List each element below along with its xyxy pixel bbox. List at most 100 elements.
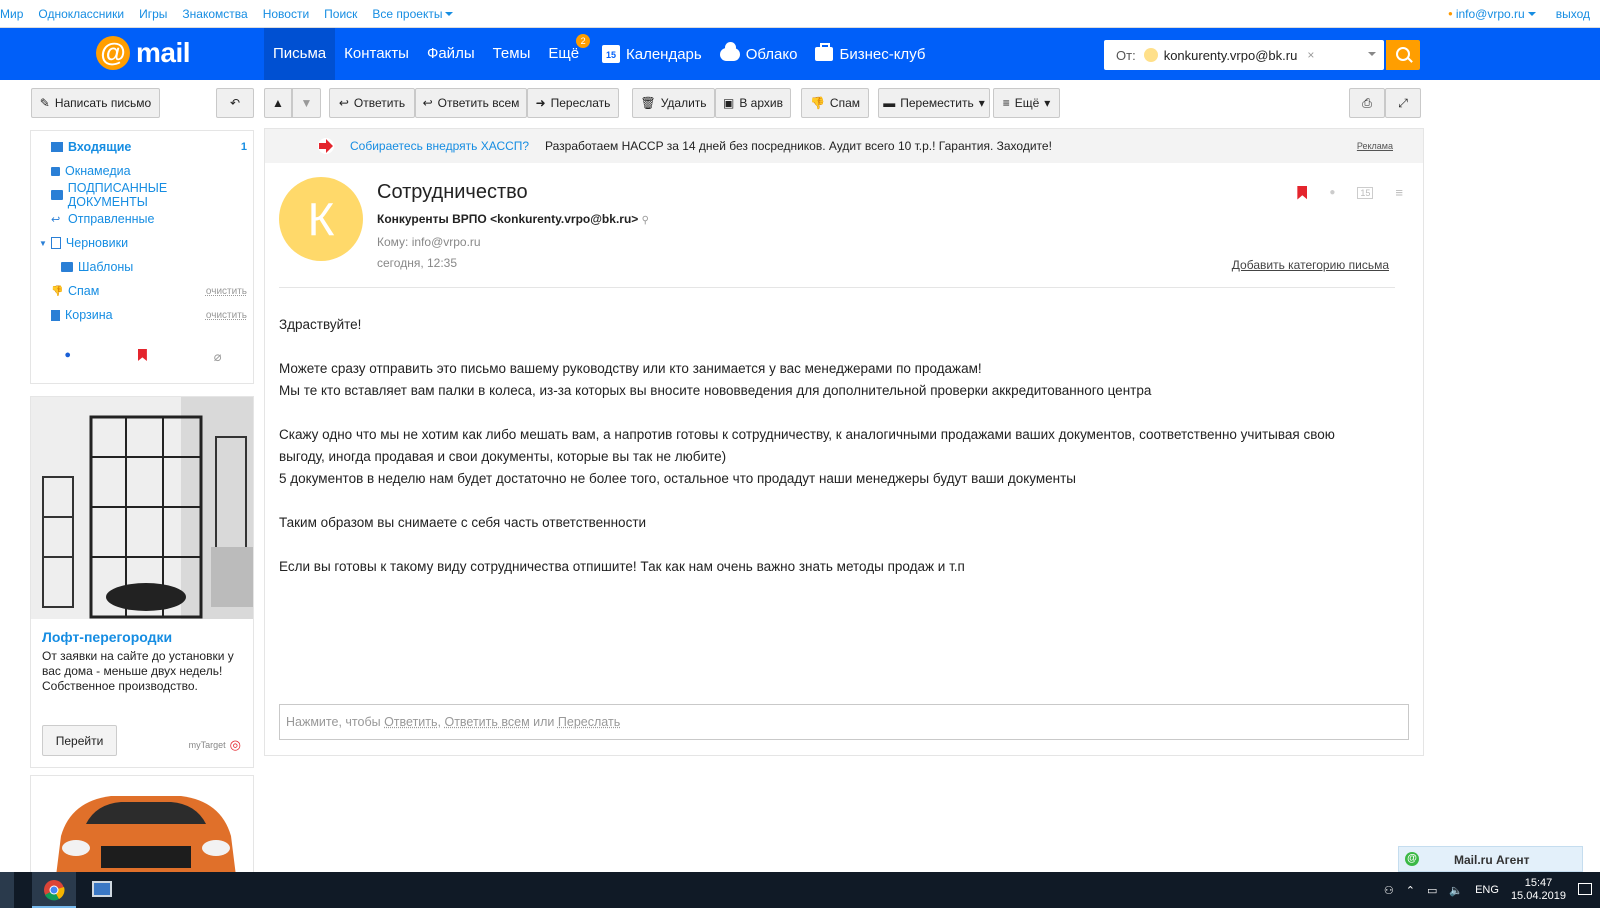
read-status-icon[interactable]: ●: [1329, 187, 1335, 198]
network-icon[interactable]: ▭: [1427, 884, 1437, 897]
trash-icon: 🗑: [640, 96, 656, 110]
nav-letters[interactable]: Письма: [264, 28, 336, 80]
portal-link-dating[interactable]: Знакомства: [182, 7, 247, 21]
logout-link[interactable]: выход: [1556, 7, 1590, 21]
flag-filter-icon[interactable]: [137, 349, 147, 361]
quick-forward-link[interactable]: Переслать: [558, 715, 620, 729]
language-indicator[interactable]: ENG: [1475, 884, 1499, 896]
search-input[interactable]: От: konkurenty.vrpo@bk.ru ×: [1104, 40, 1384, 70]
portal-link-games[interactable]: Игры: [139, 7, 167, 21]
body-line: Таким образом вы снимаете с себя часть о…: [279, 515, 647, 530]
portal-link-ok[interactable]: Одноклассники: [38, 7, 124, 21]
chrome-icon: [44, 880, 65, 901]
move-button[interactable]: ▬ Переместить ▾: [878, 88, 990, 118]
agent-status-icon: @: [1405, 852, 1419, 866]
move-label: Переместить: [900, 96, 974, 110]
search-button[interactable]: [1386, 40, 1420, 70]
delete-button[interactable]: 🗑 Удалить: [632, 88, 715, 118]
collapse-icon[interactable]: ▼: [39, 239, 47, 248]
portal-link-mir[interactable]: Мир: [0, 7, 23, 21]
portal-link-all-projects[interactable]: Все проекты: [372, 7, 453, 21]
folder-signed-docs[interactable]: ПОДПИСАННЫЕ ДОКУМЕНТЫ: [51, 181, 247, 209]
quick-reply-link[interactable]: Ответить: [384, 715, 437, 729]
add-category-link[interactable]: Добавить категорию письма: [1232, 258, 1389, 272]
clear-trash-link[interactable]: очистить: [206, 310, 247, 321]
user-menu[interactable]: info@vrpo.ru: [1448, 7, 1536, 21]
reply-button[interactable]: ↩ Ответить: [329, 88, 415, 118]
message-to: Кому: info@vrpo.ru: [377, 235, 481, 249]
volume-icon[interactable]: 🔈: [1449, 884, 1463, 897]
lock-icon: [51, 166, 60, 176]
people-icon[interactable]: ⚇: [1384, 884, 1394, 897]
archive-button[interactable]: ▣ В архив: [715, 88, 791, 118]
nav-cloud[interactable]: Облако: [719, 41, 797, 63]
more-menu-icon[interactable]: ≡: [1395, 185, 1403, 200]
more-button[interactable]: ≡ Ещё ▾: [993, 88, 1060, 118]
sidebar-ad[interactable]: Лофт-перегородки От заявки на сайте до у…: [30, 396, 254, 768]
sidebar-ad-car[interactable]: [30, 775, 254, 875]
quick-reply-box[interactable]: Нажмите, чтобы Ответить, Ответить всем и…: [279, 704, 1409, 740]
ad-go-button[interactable]: Перейти: [42, 725, 117, 756]
mailru-agent-bar[interactable]: @ Mail.ru Агент: [1398, 846, 1583, 872]
clock[interactable]: 15:47 15.04.2019: [1511, 877, 1566, 903]
folder-inbox[interactable]: Входящие 1: [51, 137, 247, 157]
message-from[interactable]: Конкуренты ВРПО <konkurenty.vrpo@bk.ru> …: [377, 212, 649, 226]
tray-chevron-icon[interactable]: ⌃: [1406, 884, 1415, 897]
arrow-down-icon: ▼: [300, 96, 313, 110]
nav-files[interactable]: Файлы: [418, 28, 484, 80]
folder-sent[interactable]: ↩ Отправленные: [51, 209, 247, 229]
attachment-filter-icon[interactable]: ⌀: [214, 349, 222, 365]
chrome-taskbar-button[interactable]: [32, 872, 76, 908]
body-line: выгоду, иногда продавая и свои документы…: [279, 449, 727, 464]
clear-filter-icon[interactable]: ×: [1307, 48, 1314, 62]
flag-icon[interactable]: [1297, 185, 1308, 200]
search-dropdown-icon[interactable]: [1368, 52, 1376, 56]
mail-logo[interactable]: @ mail: [96, 36, 191, 70]
message-pane: Собираетесь внедрять ХАССП? Разработаем …: [264, 128, 1424, 756]
text-ad-line[interactable]: Собираетесь внедрять ХАССП? Разработаем …: [265, 129, 1423, 163]
nav-more[interactable]: Ещё 2: [539, 28, 591, 80]
folder-templates[interactable]: Шаблоны: [61, 257, 247, 277]
portal-link-news[interactable]: Новости: [263, 7, 309, 21]
nav-calendar[interactable]: 15 Календарь: [602, 45, 702, 63]
reply-all-button[interactable]: ↩ Ответить всем: [415, 88, 527, 118]
ad-title[interactable]: Лофт-перегородки: [42, 629, 172, 645]
next-message-button[interactable]: ▼: [292, 88, 321, 118]
unread-count: 1: [240, 141, 247, 153]
remote-desktop-taskbar-button[interactable]: [80, 872, 124, 908]
folder-trash[interactable]: Корзина очистить: [51, 305, 247, 325]
search-icon[interactable]: ⚲: [642, 215, 649, 226]
notifications-icon[interactable]: [1574, 872, 1596, 908]
undo-icon: ↶: [229, 96, 241, 110]
forward-button[interactable]: ➜ Переслать: [527, 88, 619, 118]
undo-button[interactable]: ↶: [216, 88, 254, 118]
unread-filter-icon[interactable]: ●: [64, 349, 71, 365]
nav-themes[interactable]: Темы: [484, 28, 540, 80]
text-ad-link[interactable]: Собираетесь внедрять ХАССП?: [350, 139, 529, 153]
fullscreen-button[interactable]: ⤢: [1385, 88, 1421, 118]
folder-icon: [61, 262, 73, 272]
ad-description: От заявки на сайте до установки у вас до…: [42, 649, 234, 693]
portal-link-search[interactable]: Поиск: [324, 7, 357, 21]
nav-contacts[interactable]: Контакты: [335, 28, 418, 80]
quick-reply-all-link[interactable]: Ответить всем: [444, 715, 529, 729]
print-button[interactable]: ⎙: [1349, 88, 1385, 118]
nav-business-club[interactable]: Бизнес-клуб: [815, 43, 925, 63]
prev-message-button[interactable]: ▲: [264, 88, 292, 118]
agent-label: Mail.ru Агент: [1454, 853, 1530, 867]
folder-drafts[interactable]: ▼ Черновики: [39, 233, 247, 253]
ad-tag-link[interactable]: Реклама: [1357, 141, 1393, 151]
folder-spam[interactable]: 👎 Спам очистить: [51, 281, 247, 301]
compose-button[interactable]: ✎ Написать письмо: [31, 88, 160, 118]
folder-oknamedia[interactable]: Окнамедиа: [51, 161, 247, 181]
message-body: Здраствуйте! Можете сразу отправить это …: [279, 314, 1379, 578]
clear-spam-link[interactable]: очистить: [206, 286, 247, 297]
sent-icon: ↩: [51, 213, 61, 226]
spam-button[interactable]: 👎 Спам: [801, 88, 869, 118]
arrow-up-icon: ▲: [272, 96, 284, 110]
envelope-icon: [51, 142, 63, 152]
reply-or: или: [533, 715, 555, 729]
file-explorer-icon[interactable]: [0, 872, 14, 908]
calendar-event-icon[interactable]: 15: [1357, 186, 1374, 199]
forward-label: Переслать: [550, 96, 611, 110]
